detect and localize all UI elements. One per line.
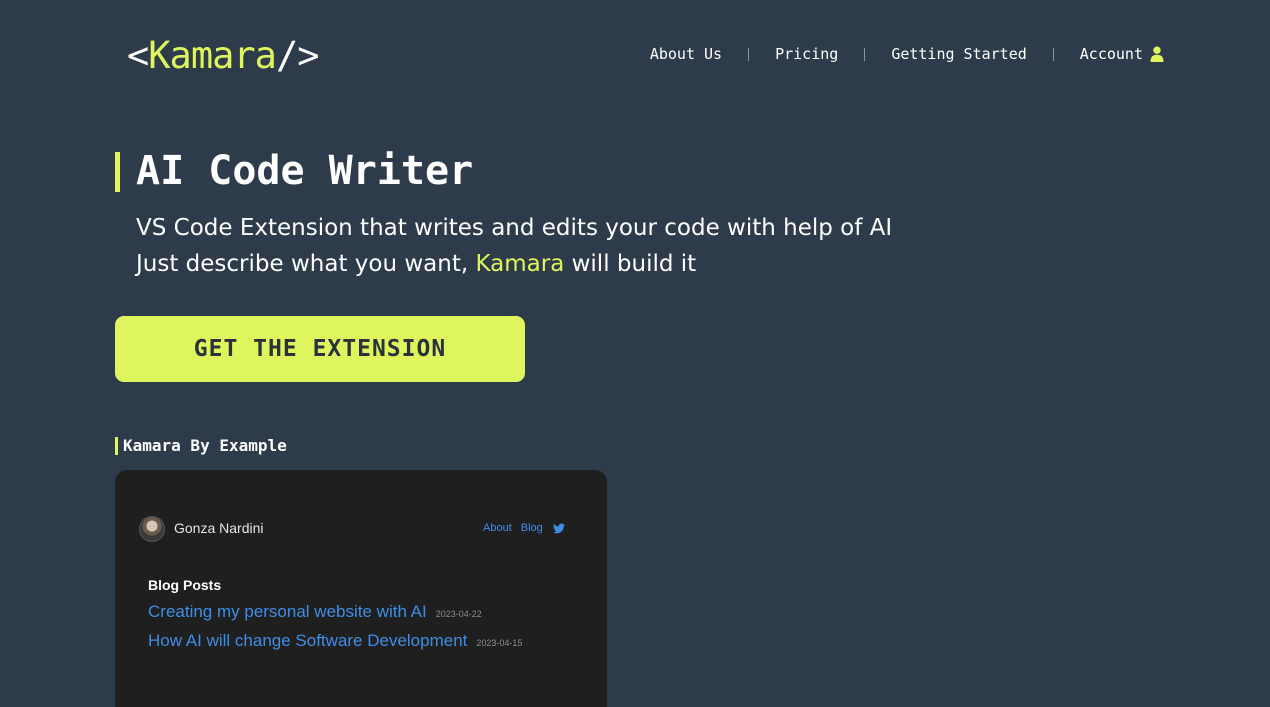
- example-author-name: Gonza Nardini: [174, 520, 264, 536]
- example-preview-card: Gonza Nardini About Blog Blog Posts Crea…: [115, 470, 607, 707]
- logo-name: Kamara: [148, 34, 277, 77]
- nav-about-us[interactable]: About Us: [650, 45, 722, 63]
- user-icon: [1150, 46, 1164, 62]
- logo-close: />: [275, 34, 320, 77]
- hero-line2-post: will build it: [564, 251, 697, 277]
- example-accent-bar: [115, 437, 118, 455]
- hero-subtitle-line1: VS Code Extension that writes and edits …: [136, 215, 893, 241]
- example-posts-heading: Blog Posts: [148, 577, 222, 593]
- logo[interactable]: <Kamara/>: [127, 34, 319, 77]
- avatar: [139, 516, 165, 542]
- example-nav-about[interactable]: About: [483, 522, 512, 534]
- post-date: 2023-04-15: [476, 638, 523, 648]
- nav-getting-started[interactable]: Getting Started: [891, 45, 1026, 63]
- post-date: 2023-04-22: [435, 609, 482, 619]
- hero-line2-brand: Kamara: [475, 251, 565, 277]
- twitter-icon[interactable]: [552, 523, 565, 534]
- main-nav: About Us Pricing Getting Started Account: [650, 44, 1164, 64]
- post-link[interactable]: Creating my personal website with AI: [148, 602, 427, 622]
- example-section-title: Kamara By Example: [123, 436, 287, 455]
- hero-title: AI Code Writer: [136, 148, 474, 194]
- example-nav-blog[interactable]: Blog: [521, 522, 543, 534]
- hero-line2-pre: Just describe what you want,: [136, 251, 476, 277]
- nav-divider: [1052, 47, 1054, 61]
- post-link[interactable]: How AI will change Software Development: [148, 631, 467, 651]
- get-extension-button[interactable]: GET THE EXTENSION: [115, 316, 525, 382]
- hero-accent-bar: [115, 152, 120, 192]
- nav-account[interactable]: Account: [1080, 45, 1164, 63]
- list-item: How AI will change Software Development …: [148, 631, 522, 651]
- page: <Kamara/> About Us Pricing Getting Start…: [0, 0, 1270, 707]
- hero-subtitle-line2: Just describe what you want, Kamara will…: [136, 246, 892, 282]
- nav-divider: [864, 47, 866, 61]
- nav-pricing[interactable]: Pricing: [775, 45, 838, 63]
- nav-divider: [748, 47, 750, 61]
- list-item: Creating my personal website with AI 202…: [148, 602, 482, 622]
- nav-account-label: Account: [1079, 45, 1143, 63]
- hero-subtitle: VS Code Extension that writes and edits …: [136, 210, 892, 282]
- example-nav: About Blog: [483, 522, 565, 534]
- logo-open: <: [127, 34, 149, 77]
